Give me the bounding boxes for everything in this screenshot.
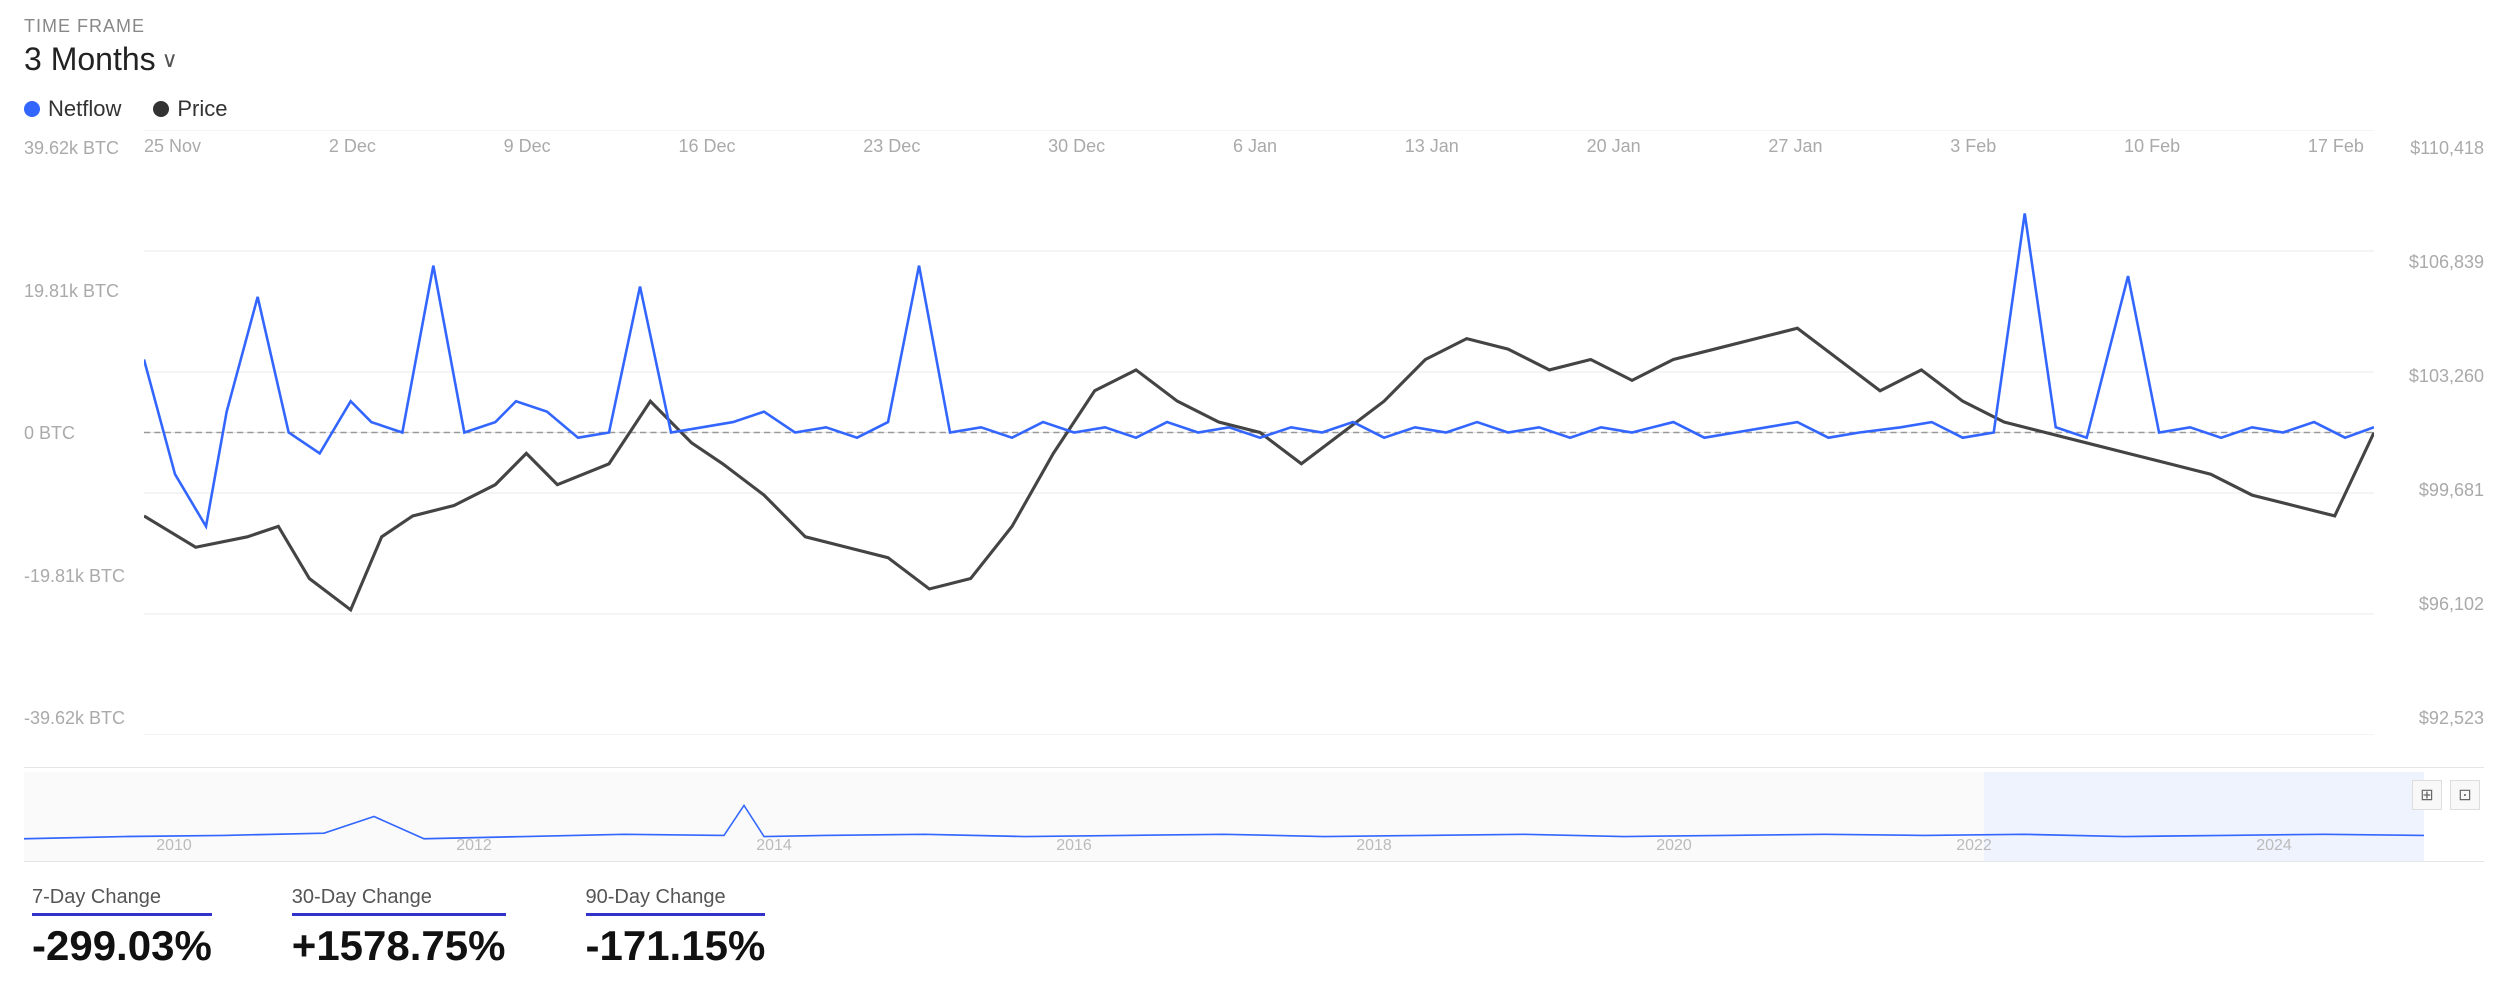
y-right-2: $103,260 [2374,366,2484,387]
mini-year-2020: 2020 [1656,837,1692,855]
netflow-label: Netflow [48,96,121,122]
mini-year-2022: 2022 [1956,837,1992,855]
main-chart: 39.62k BTC 19.81k BTC 0 BTC -19.81k BTC … [24,130,2484,768]
stat-7day: 7-Day Change -299.03% [32,886,212,970]
stat-30day-label: 30-Day Change [292,886,506,916]
mini-year-labels: 2010 2012 2014 2016 2018 2020 2022 2024 [24,837,2424,855]
y-left-4: -39.62k BTC [24,708,144,729]
mini-year-2012: 2012 [456,837,492,855]
y-right-5: $92,523 [2374,708,2484,729]
price-label: Price [177,96,227,122]
stat-7day-label: 7-Day Change [32,886,212,916]
mini-chart-icons: ⊞ ⊡ [2408,776,2484,814]
stats-area: 7-Day Change -299.03% 30-Day Change +157… [24,886,2484,970]
mini-chart: 2010 2012 2014 2016 2018 2020 2022 2024 … [24,772,2484,862]
stat-7day-value: -299.03% [32,922,212,970]
netflow-line [144,213,2374,526]
stat-90day-label: 90-Day Change [586,886,766,916]
y-left-1: 19.81k BTC [24,281,144,302]
mini-year-2014: 2014 [756,837,792,855]
legend-price: Price [153,96,227,122]
y-left-3: -19.81k BTC [24,566,144,587]
y-right-0: $110,418 [2374,138,2484,159]
y-right-1: $106,839 [2374,252,2484,273]
mini-chart-icon-2[interactable]: ⊡ [2450,780,2480,810]
header: TIME FRAME 3 Months ∨ [24,16,2484,78]
stat-30day-value: +1578.75% [292,922,506,970]
chart-area: 39.62k BTC 19.81k BTC 0 BTC -19.81k BTC … [24,130,2484,970]
price-line [144,328,2374,610]
y-axis-left: 39.62k BTC 19.81k BTC 0 BTC -19.81k BTC … [24,130,144,737]
timeframe-label: TIME FRAME [24,16,2484,37]
mini-year-2018: 2018 [1356,837,1392,855]
price-dot [153,101,169,117]
stat-30day: 30-Day Change +1578.75% [292,886,506,970]
netflow-dot [24,101,40,117]
stat-90day-value: -171.15% [586,922,766,970]
y-left-0: 39.62k BTC [24,138,144,159]
stat-90day: 90-Day Change -171.15% [586,886,766,970]
main-chart-svg [144,130,2374,735]
y-axis-right: $110,418 $106,839 $103,260 $99,681 $96,1… [2374,130,2484,737]
mini-year-2016: 2016 [1056,837,1092,855]
y-right-4: $96,102 [2374,594,2484,615]
legend-netflow: Netflow [24,96,121,122]
timeframe-selector[interactable]: 3 Months ∨ [24,41,2484,78]
timeframe-value: 3 Months [24,41,156,78]
main-container: TIME FRAME 3 Months ∨ Netflow Price 39.6… [0,0,2508,986]
y-left-2: 0 BTC [24,423,144,444]
mini-year-2024: 2024 [2256,837,2292,855]
mini-chart-icon-1[interactable]: ⊞ [2412,780,2442,810]
mini-year-2010: 2010 [156,837,192,855]
y-right-3: $99,681 [2374,480,2484,501]
chevron-down-icon: ∨ [162,47,178,73]
legend: Netflow Price [24,96,2484,122]
